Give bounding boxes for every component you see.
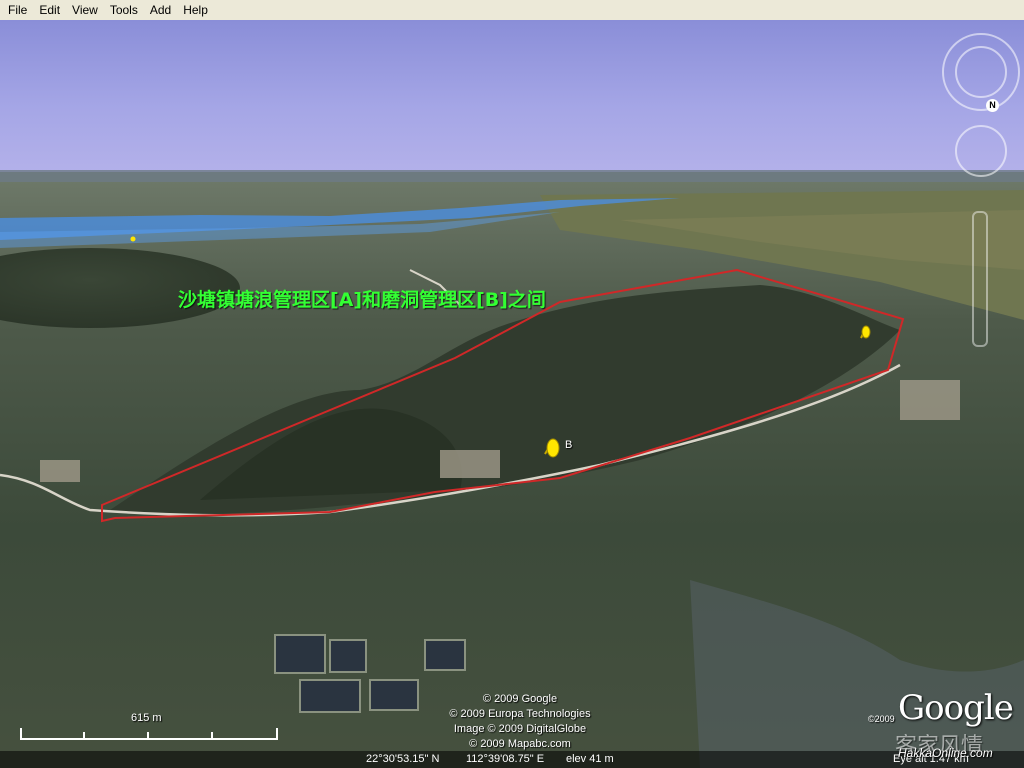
menu-bar: File Edit View Tools Add Help	[0, 0, 1024, 21]
menu-tools[interactable]: Tools	[104, 0, 144, 20]
attribution-line: Image © 2009 DigitalGlobe	[453, 723, 587, 735]
placemark-caption: 沙塘镇塘浪管理区[A]和磨洞管理区[B]之间	[178, 289, 546, 311]
scale-ruler	[20, 728, 278, 740]
placemark-b-label: B	[565, 439, 573, 451]
look-joystick[interactable]	[955, 46, 1007, 98]
zoom-slider[interactable]	[972, 211, 988, 347]
move-joystick[interactable]	[955, 125, 1007, 177]
navigation-controls: N	[942, 33, 1022, 363]
menu-view[interactable]: View	[66, 0, 104, 20]
attribution-line: © 2009 Google	[482, 693, 558, 705]
scale-legend: 615 m	[20, 712, 278, 742]
imagery-attribution: © 2009 Google © 2009 Europa Technologies…	[400, 692, 640, 752]
watermark-url: HakkaOnline.com	[898, 746, 993, 760]
map-3d-view[interactable]: 沙塘镇塘浪管理区[A]和磨洞管理区[B]之间 B N © 2009 Google…	[0, 20, 1024, 768]
menu-file[interactable]: File	[0, 0, 33, 20]
menu-add[interactable]: Add	[144, 0, 177, 20]
attribution-line: © 2009 Europa Technologies	[449, 708, 591, 720]
menu-edit[interactable]: Edit	[33, 0, 66, 20]
logo-copyright: ©2009	[868, 714, 895, 724]
menu-help[interactable]: Help	[177, 0, 214, 20]
status-bar: 22°30'53.15" N 112°39'08.75" E elev 41 m…	[0, 751, 1024, 768]
elevation-readout: elev 41 m	[566, 753, 614, 765]
terrain-imagery	[0, 170, 1024, 768]
attribution-line: © 2009 Mapabc.com	[469, 738, 571, 750]
placemark-far-pin[interactable]	[130, 236, 136, 242]
google-logo: Google	[898, 688, 1014, 728]
latitude-readout: 22°30'53.15" N	[366, 753, 440, 765]
north-indicator[interactable]: N	[986, 99, 999, 112]
longitude-readout: 112°39'08.75" E	[466, 753, 545, 765]
